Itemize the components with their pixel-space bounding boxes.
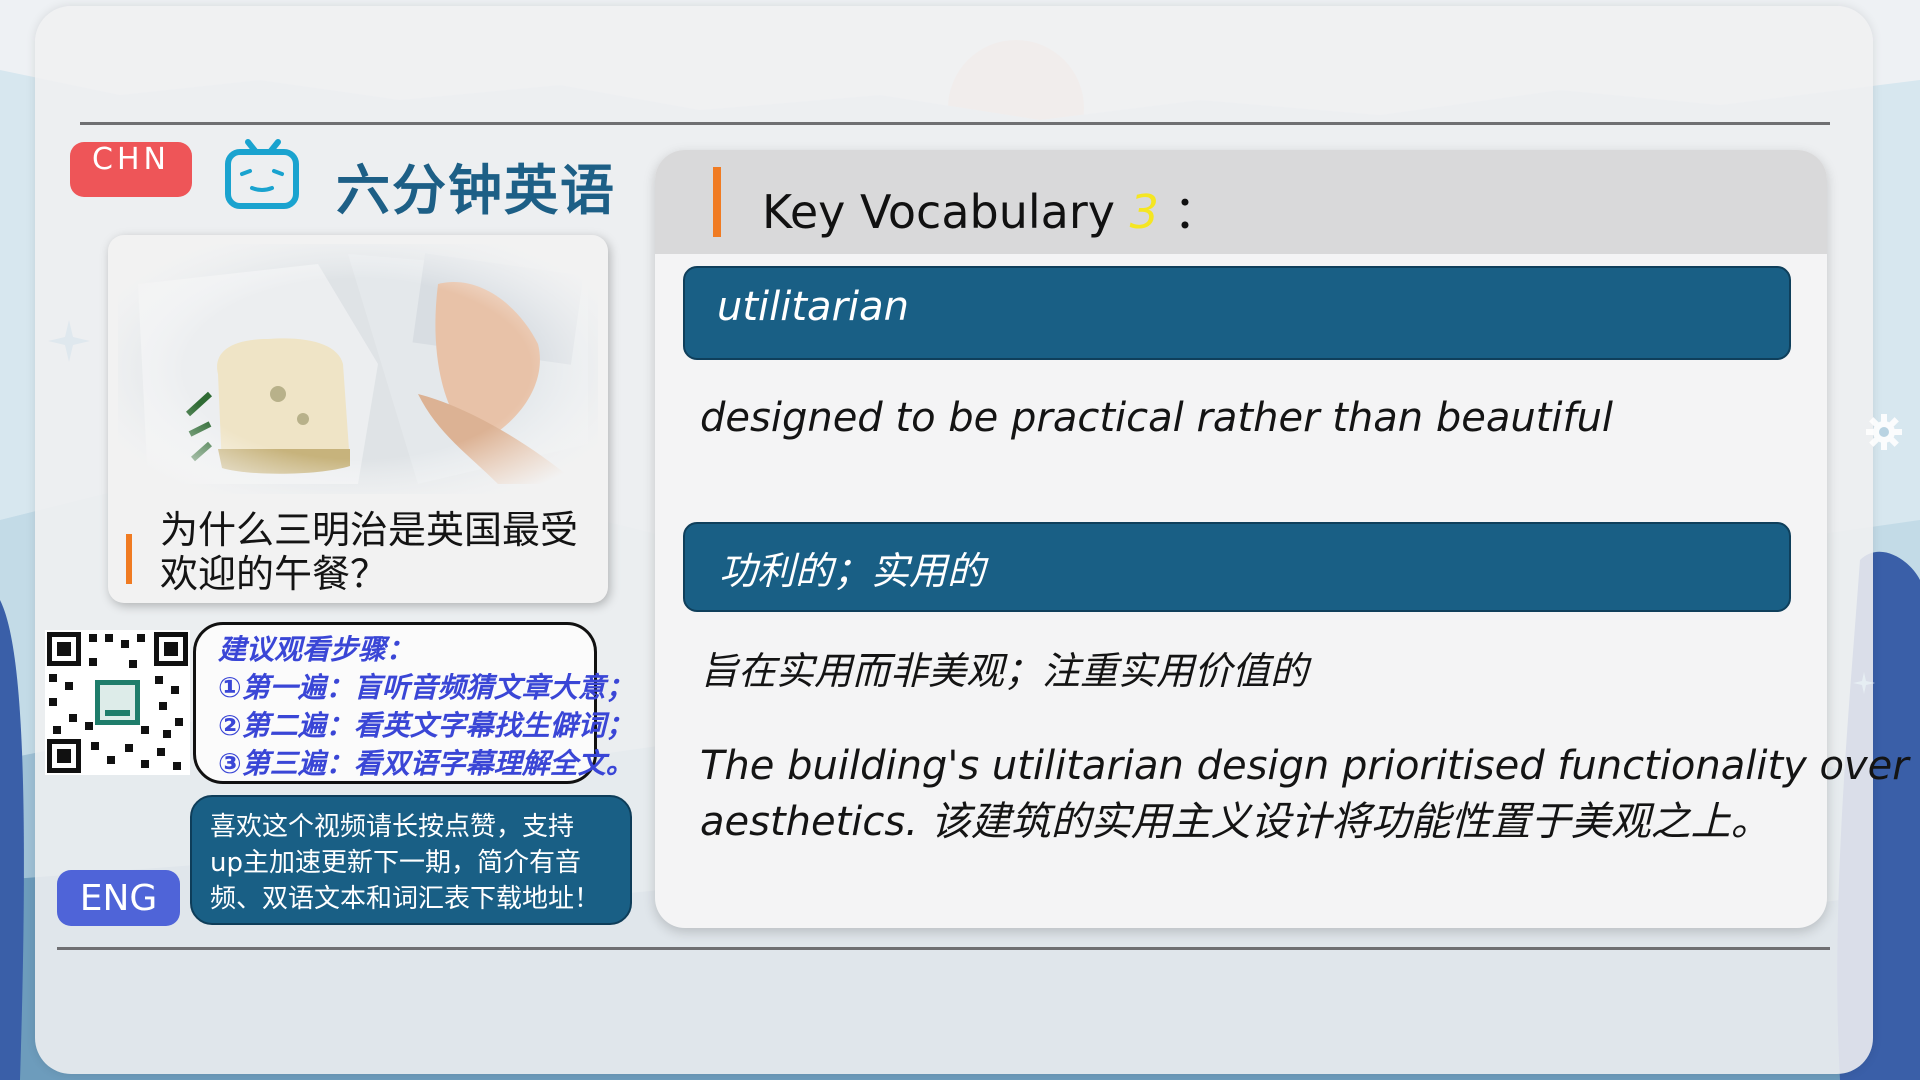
bottom-divider [57,947,1830,950]
top-divider [80,122,1830,125]
example-sentence: The building's utilitarian design priori… [700,738,1909,850]
viewing-steps-box: 建议观看步骤： ①第一遍：盲听音频猜文章大意； ②第二遍：看英文字幕找生僻词； … [193,622,634,784]
promo-line: 频、双语文本和词汇表下载地址！ [210,884,601,914]
definition-english: designed to be practical rather than bea… [700,395,1614,441]
vocabulary-colon: ： [1173,185,1220,239]
app-title: 六分钟英语 [336,159,616,222]
sandwich-photo [118,244,598,494]
sparkle-icon [1853,672,1875,694]
story-title: 为什么三明治是英国最受欢迎的午餐？ [160,508,579,596]
gear-icon [1866,414,1902,450]
step-2: ②第二遍：看英文字幕找生僻词； [218,709,634,742]
vocabulary-header: Key Vocabulary 3 ： [655,150,1827,254]
eng-language-button[interactable]: ENG [57,870,180,926]
definition-chinese: 旨在实用而非美观；注重实用价值的 [700,649,1309,693]
chn-language-button[interactable]: CHN [70,142,192,197]
example-line: The building's utilitarian design priori… [700,743,1909,789]
word-bar: utilitarian [683,266,1791,360]
steps-heading: 建议观看步骤： [218,633,415,666]
promo-box: 喜欢这个视频请长按点赞，支持 up主加速更新下一期，简介有音 频、双语文本和词汇… [190,795,632,925]
vocabulary-title: Key Vocabulary 3 ： [762,176,1220,242]
qr-code[interactable] [45,630,190,775]
promo-line: up主加速更新下一期，简介有音 [210,848,581,878]
example-line: aesthetics. 该建筑的实用主义设计将功能性置于美观之上。 [700,799,1771,845]
vocabulary-label: Key Vocabulary [762,185,1115,239]
step-3: ③第三遍：看双语字幕理解全文。 [218,747,634,780]
vocab-word: utilitarian [717,284,909,330]
promo-line: 喜欢这个视频请长按点赞，支持 [210,812,575,842]
step-1: ①第一遍：盲听音频猜文章大意； [218,671,634,704]
translation-bar: 功利的；实用的 [683,522,1791,612]
sparkle-icon [48,320,90,362]
tv-icon [225,139,299,209]
vocabulary-number: 3 [1129,185,1159,239]
vocab-translation: 功利的；实用的 [719,549,986,593]
header-accent-bar [713,167,721,237]
story-accent-bar [126,534,132,584]
